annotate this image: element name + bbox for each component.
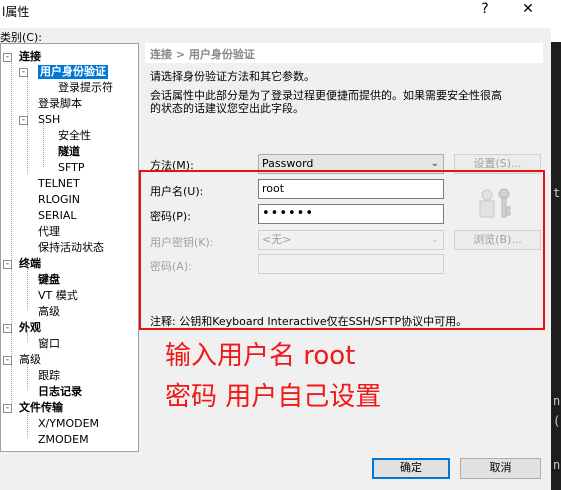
background-text: ne: [553, 394, 561, 408]
tree-item[interactable]: 隧道: [58, 145, 80, 159]
expand-collapse-toggle[interactable]: -: [3, 404, 12, 413]
panel-description: 请选择身份验证方法和其它参数。: [150, 70, 315, 83]
tree-item[interactable]: SFTP: [58, 161, 84, 175]
annotation-line-2: 密码 用户自己设置: [165, 382, 382, 412]
tree-item[interactable]: 安全性: [58, 129, 91, 143]
annotation-line-1: 输入用户名 root: [165, 341, 356, 371]
panel-description: 的状态的话建议您空出此字段。: [150, 102, 304, 115]
background-text: t: [553, 186, 561, 200]
tree-item[interactable]: ZMODEM: [38, 433, 89, 447]
panel-header-text: 连接 > 用户身份验证: [150, 48, 255, 61]
window-title: l属性: [2, 5, 30, 19]
background-text: ne: [553, 458, 561, 472]
expand-collapse-toggle[interactable]: -: [19, 116, 28, 125]
method-value: Password: [262, 157, 314, 170]
expand-collapse-toggle[interactable]: -: [3, 260, 12, 269]
tree-item[interactable]: 代理: [38, 225, 60, 239]
panel-description: 会话属性中此部分是为了登录过程更便捷而提供的。如果需要安全性很高: [150, 89, 502, 102]
expand-collapse-toggle[interactable]: -: [19, 68, 28, 77]
tree-item[interactable]: 登录提示符: [58, 81, 113, 95]
close-button[interactable]: ✕: [508, 0, 548, 20]
tree-item[interactable]: 文件传输: [19, 401, 63, 415]
tree-item[interactable]: 键盘: [38, 273, 60, 287]
tree-item[interactable]: 连接: [19, 50, 41, 64]
category-tree[interactable]: - 连接 - 用户身份验证 登录提示符 登录脚本 - SSH 安全性 隧道 SFTP TELNET RL…: [0, 43, 139, 452]
tree-item[interactable]: X/YMODEM: [38, 417, 99, 431]
ok-button[interactable]: 确定: [372, 458, 450, 479]
expand-collapse-toggle[interactable]: -: [3, 53, 12, 62]
expand-collapse-toggle[interactable]: -: [3, 324, 12, 333]
tree-item[interactable]: RLOGIN: [38, 193, 80, 207]
tree-item[interactable]: SERIAL: [38, 209, 76, 223]
tree-item[interactable]: VT 模式: [38, 289, 78, 303]
background-text: (: [553, 414, 561, 428]
cancel-button[interactable]: 取消: [460, 458, 541, 479]
tree-item[interactable]: 登录脚本: [38, 97, 82, 111]
tree-item[interactable]: 用户身份验证: [38, 65, 108, 79]
tree-item[interactable]: TELNET: [38, 177, 80, 191]
tree-item[interactable]: SSH: [38, 113, 60, 127]
tree-item[interactable]: 高级: [19, 353, 41, 367]
expand-collapse-toggle[interactable]: -: [3, 356, 12, 365]
tree-line: [43, 123, 44, 167]
tree-item[interactable]: 跟踪: [38, 369, 60, 383]
tree-line: [27, 266, 28, 310]
tree-item[interactable]: 保持活动状态: [38, 241, 104, 255]
tree-item[interactable]: 外观: [19, 321, 41, 335]
tree-item[interactable]: 日志记录: [38, 385, 82, 399]
tree-item[interactable]: 终端: [19, 257, 41, 271]
highlight-box: [139, 170, 545, 330]
tree-item[interactable]: 窗口: [38, 337, 60, 351]
tree-item[interactable]: 高级: [38, 305, 60, 319]
help-button[interactable]: ?: [465, 0, 505, 20]
